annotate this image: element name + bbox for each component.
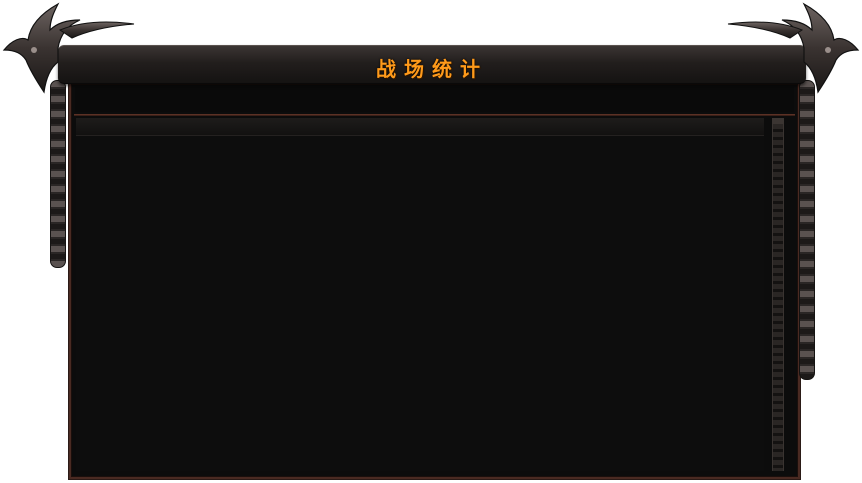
battlefield-stats-window: 战场统计 [0,0,862,483]
stats-list-header [76,118,764,136]
window-title: 战场统计 [376,57,488,81]
chain-icon [50,80,66,268]
panel-header-divider [74,114,795,116]
scrollbar-track[interactable] [772,124,784,471]
blade-ornament-icon [727,2,860,94]
blade-ornament-icon [2,2,135,94]
panel-header-strip [75,86,794,112]
chain-icon [799,80,815,380]
title-bar[interactable]: 战场统计 [58,45,806,84]
stats-list[interactable] [76,136,764,471]
stats-panel [69,82,800,479]
